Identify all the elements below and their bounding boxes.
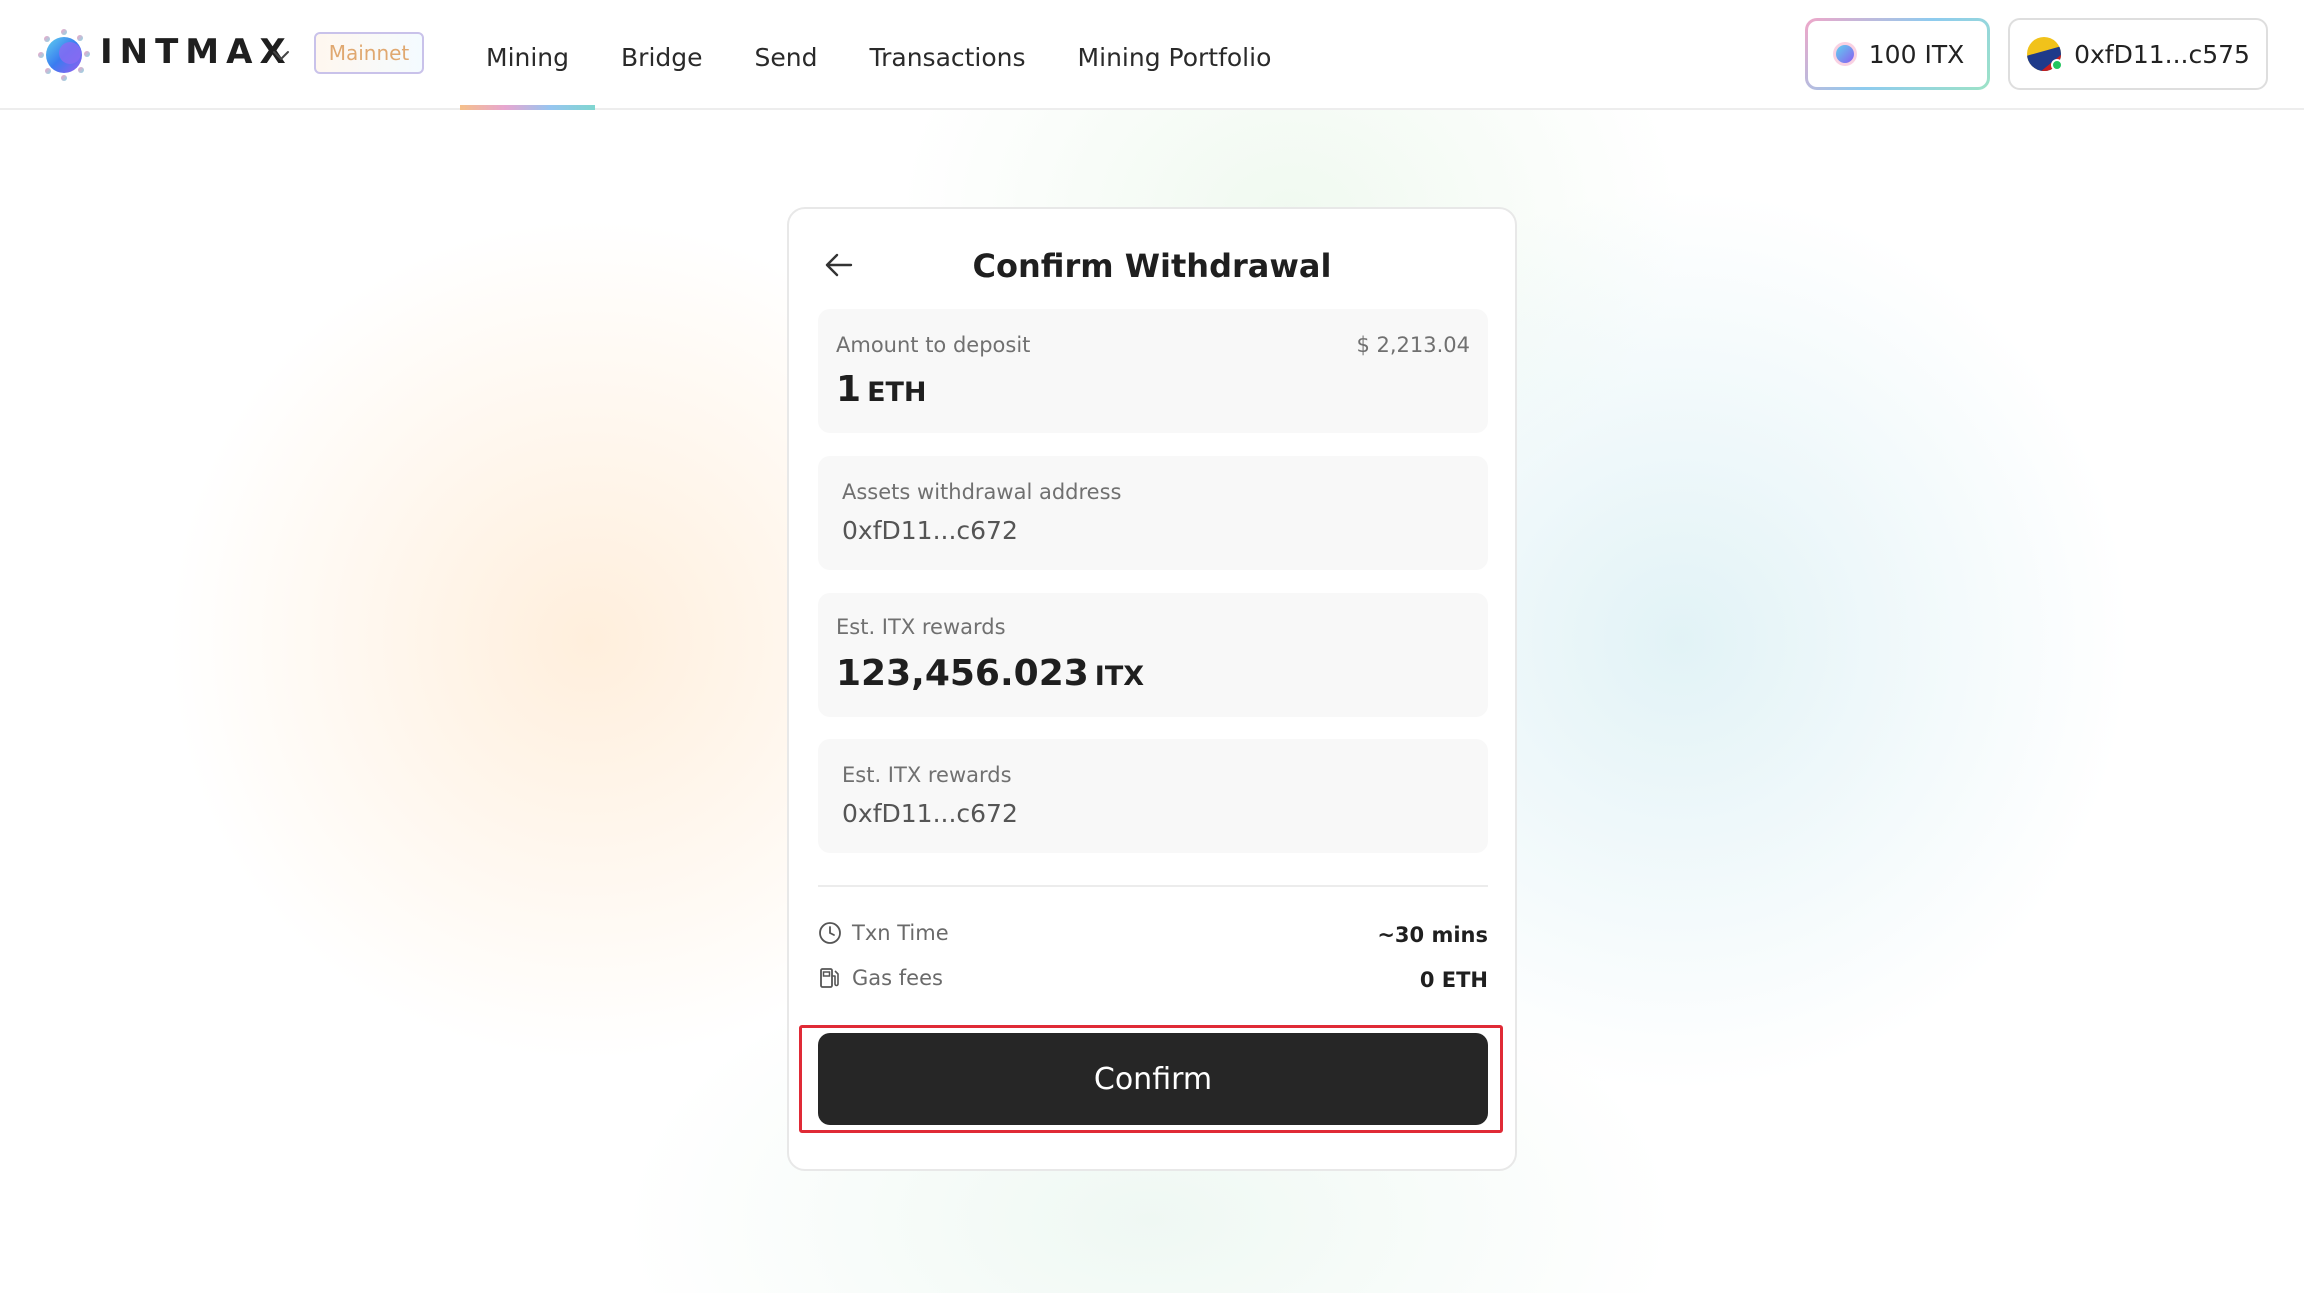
confirm-button[interactable]: Confirm bbox=[818, 1033, 1488, 1125]
divider bbox=[818, 885, 1488, 887]
amount-usd-value: $ 2,213.04 bbox=[1356, 333, 1470, 357]
txn-time-label: Txn Time bbox=[852, 921, 949, 945]
nav-item-transactions[interactable]: Transactions bbox=[844, 0, 1052, 108]
rewards-label: Est. ITX rewards bbox=[836, 615, 1006, 639]
network-badge: Mainnet bbox=[314, 32, 424, 74]
intmax-logo-icon[interactable] bbox=[36, 27, 92, 83]
amount-panel: Amount to deposit $ 2,213.04 1 ETH bbox=[818, 309, 1488, 433]
gas-fees-value: 0 ETH bbox=[1419, 968, 1488, 992]
confirm-withdrawal-card: Confirm Withdrawal Amount to deposit $ 2… bbox=[787, 207, 1517, 1171]
rewards-value: 123,456.023 ITX bbox=[836, 653, 1144, 694]
clock-icon bbox=[818, 921, 842, 945]
nav-item-mining-portfolio[interactable]: Mining Portfolio bbox=[1052, 0, 1298, 108]
wallet-button[interactable]: 0xfD11...c575 bbox=[2008, 18, 2268, 90]
wallet-address-label: 0xfD11...c575 bbox=[2074, 39, 2250, 69]
itx-balance-label: 100 ITX bbox=[1868, 39, 1965, 69]
nav-item-mining[interactable]: Mining bbox=[460, 0, 596, 110]
txn-time-row: Txn Time ~30 mins bbox=[818, 921, 1488, 953]
gas-fees-row: Gas fees 0 ETH bbox=[818, 966, 1488, 998]
wallet-avatar-icon bbox=[2026, 36, 2064, 72]
rewards-number: 123,456.023 bbox=[836, 653, 1089, 694]
chevron-down-icon[interactable] bbox=[270, 44, 292, 66]
amount-value: 1 ETH bbox=[836, 369, 927, 410]
itx-balance-button[interactable]: 100 ITX bbox=[1805, 18, 1990, 90]
amount-unit: ETH bbox=[867, 377, 927, 408]
rewards-address-label: Est. ITX rewards bbox=[842, 763, 1012, 787]
withdrawal-address-value: 0xfD11...c672 bbox=[842, 516, 1018, 545]
top-navigation-bar: INTMAX Mainnet Mining Bridge Send Transa… bbox=[0, 0, 2304, 110]
nav-item-send[interactable]: Send bbox=[729, 0, 844, 108]
itx-token-icon bbox=[1831, 40, 1859, 68]
rewards-panel: Est. ITX rewards 123,456.023 ITX bbox=[818, 593, 1488, 717]
gas-pump-icon bbox=[818, 966, 842, 990]
page-title: Confirm Withdrawal bbox=[972, 247, 1332, 285]
rewards-address-value: 0xfD11...c672 bbox=[842, 799, 1018, 828]
amount-label: Amount to deposit bbox=[836, 333, 1031, 357]
rewards-address-panel: Est. ITX rewards 0xfD11...c672 bbox=[818, 739, 1488, 853]
withdrawal-address-panel: Assets withdrawal address 0xfD11...c672 bbox=[818, 456, 1488, 570]
main-nav: Mining Bridge Send Transactions Mining P… bbox=[460, 0, 1298, 110]
rewards-unit: ITX bbox=[1094, 661, 1145, 692]
txn-time-value: ~30 mins bbox=[1377, 923, 1488, 947]
gas-fees-label: Gas fees bbox=[852, 966, 943, 990]
nav-item-bridge[interactable]: Bridge bbox=[595, 0, 729, 108]
withdrawal-address-label: Assets withdrawal address bbox=[842, 480, 1122, 504]
amount-number: 1 bbox=[836, 369, 862, 410]
brand-name[interactable]: INTMAX bbox=[100, 32, 293, 72]
